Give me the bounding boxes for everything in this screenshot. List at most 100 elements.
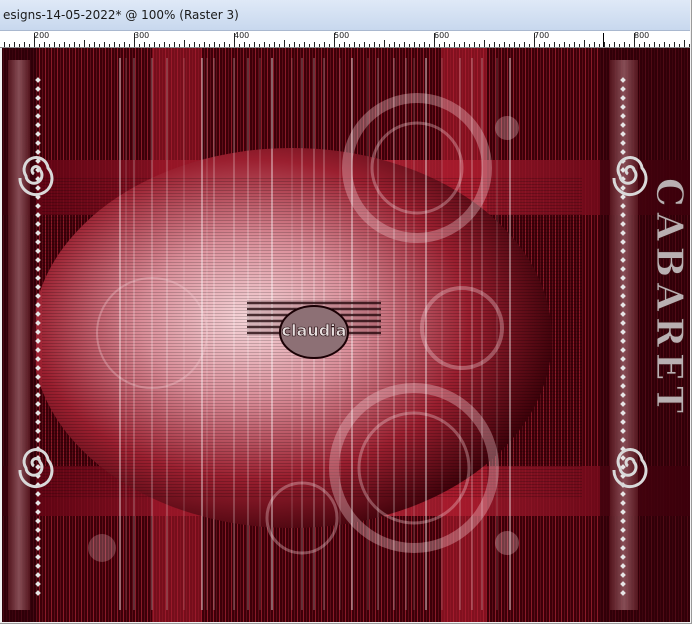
ruler-tick [309, 44, 310, 47]
ruler-tick [454, 42, 455, 47]
ruler-tick [149, 44, 150, 47]
ruler-tick [99, 44, 100, 47]
ruler-tick [509, 44, 510, 47]
ruler-tick [229, 44, 230, 47]
ruler-tick [499, 44, 500, 47]
ruler-tick [659, 44, 660, 47]
ruler-label-300: 300 [134, 31, 150, 40]
ruler-tick [324, 42, 325, 47]
ruler-tick [169, 44, 170, 47]
ruler-tick [419, 44, 420, 47]
ruler-tick [589, 44, 590, 47]
ruler-tick [204, 42, 205, 47]
ruler-tick [254, 42, 255, 47]
ruler-tick [199, 44, 200, 47]
ruler-tick [24, 42, 25, 47]
ruler-tick [464, 42, 465, 47]
ruler-label-700: 700 [534, 31, 550, 40]
ruler-tick [74, 42, 75, 47]
ruler-tick [479, 44, 480, 47]
ruler-tick [354, 42, 355, 47]
ruler-tick [604, 42, 605, 47]
ruler-tick [394, 42, 395, 47]
ruler-tick [349, 44, 350, 47]
ruler-tick [494, 42, 495, 47]
watermark-text: claudia [282, 321, 347, 340]
ruler-tick [689, 44, 690, 47]
ruler-tick [524, 42, 525, 47]
ruler-tick [39, 44, 40, 47]
image-canvas[interactable]: claudia CABARET [2, 48, 690, 622]
ruler-tick [49, 44, 50, 47]
ruler-label-600: 600 [434, 31, 450, 40]
ruler-tick [624, 42, 625, 47]
ruler-tick [409, 44, 410, 47]
ruler-tick [259, 44, 260, 47]
ruler-tick [154, 42, 155, 47]
ruler-tick [289, 44, 290, 47]
ruler-tick [574, 42, 575, 47]
ruler-tick [374, 42, 375, 47]
ruler-tick [299, 44, 300, 47]
ruler-tick [159, 44, 160, 47]
ruler-tick [14, 42, 15, 47]
ruler-tick [399, 44, 400, 47]
small-bubble [88, 534, 116, 562]
ruler-tick [79, 44, 80, 47]
ruler-tick [344, 42, 345, 47]
ruler-tick [274, 42, 275, 47]
ruler-tick [504, 42, 505, 47]
window-title: esigns-14-05-2022* @ 100% (Raster 3) [3, 8, 239, 22]
ruler-tick [619, 44, 620, 47]
ruler-tick [304, 42, 305, 47]
left-side-bar [8, 60, 30, 610]
ruler-tick [539, 44, 540, 47]
ruler-tick [549, 44, 550, 47]
ruler-tick [109, 44, 110, 47]
ruler-tick [19, 44, 20, 47]
ruler-tick [339, 44, 340, 47]
ruler-tick [314, 42, 315, 47]
ruler-tick [179, 44, 180, 47]
ruler-label-800: 800 [634, 31, 650, 40]
ruler-tick [484, 40, 485, 47]
ruler-position-marker [603, 33, 604, 47]
ruler-tick [329, 44, 330, 47]
ruler-tick [214, 42, 215, 47]
ruler-tick [544, 42, 545, 47]
ruler-tick [424, 42, 425, 47]
horizontal-ruler[interactable]: 200 300 400 500 600 700 800 [0, 31, 690, 48]
ruler-tick [594, 42, 595, 47]
ruler-tick [584, 40, 585, 47]
ruler-tick [124, 42, 125, 47]
artwork: claudia CABARET [2, 48, 690, 622]
small-bubble [495, 116, 519, 140]
ruler-tick [429, 44, 430, 47]
side-text: CABARET [648, 178, 690, 419]
ruler-tick [279, 44, 280, 47]
ruler-tick [119, 44, 120, 47]
small-bubble [495, 531, 519, 555]
ruler-tick [414, 42, 415, 47]
ruler-tick [379, 44, 380, 47]
ruler-tick [114, 42, 115, 47]
ruler-tick [164, 42, 165, 47]
ruler-tick [684, 40, 685, 47]
ruler-tick [269, 44, 270, 47]
ruler-tick [94, 42, 95, 47]
ruler-tick [564, 42, 565, 47]
ruler-tick [389, 44, 390, 47]
ruler-tick [649, 44, 650, 47]
ruler-tick [449, 44, 450, 47]
ruler-tick [674, 42, 675, 47]
ruler-tick [89, 44, 90, 47]
ruler-tick [129, 44, 130, 47]
ruler-tick [599, 44, 600, 47]
ruler-tick [174, 42, 175, 47]
ruler-label-500: 500 [334, 31, 350, 40]
title-bar[interactable]: esigns-14-05-2022* @ 100% (Raster 3) [0, 0, 690, 31]
ruler-tick [569, 44, 570, 47]
ruler-tick [9, 44, 10, 47]
ruler-tick [439, 44, 440, 47]
ruler-label-200: 200 [34, 31, 50, 40]
